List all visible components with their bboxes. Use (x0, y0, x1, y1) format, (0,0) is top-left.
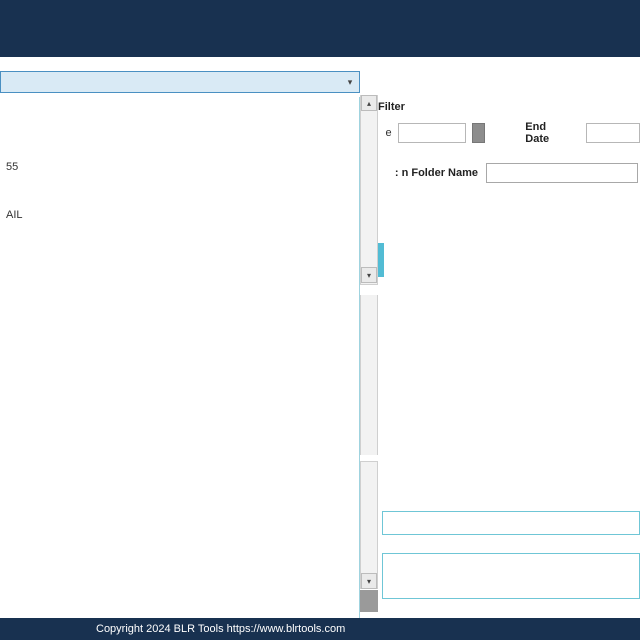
source-dropdown[interactable]: ▾ (0, 71, 360, 93)
scroll-down-icon[interactable]: ▾ (361, 267, 377, 283)
end-date-label: End Date (525, 121, 571, 145)
list-item[interactable]: AIL (0, 205, 359, 225)
footer-bar: Copyright 2024 BLR Tools https://www.blr… (0, 618, 640, 640)
date-filter-row: e End Date (378, 117, 640, 149)
start-date-label: e (378, 127, 392, 139)
folder-row: n Folder Name : (378, 149, 640, 187)
status-box (382, 511, 640, 535)
scroll-up-icon[interactable]: ▴ (361, 95, 377, 111)
scroll-track[interactable] (360, 295, 378, 455)
list-item[interactable]: 55 (0, 157, 359, 177)
chevron-down-icon: ▾ (341, 72, 359, 92)
scroll-track[interactable] (360, 461, 378, 589)
filter-header: Filter (378, 95, 640, 117)
end-date-input[interactable] (586, 123, 640, 143)
scroll-track[interactable] (360, 95, 378, 285)
title-bar (0, 0, 640, 57)
splitter-grip[interactable] (360, 590, 378, 612)
footer-text: Copyright 2024 BLR Tools https://www.blr… (96, 623, 345, 635)
accent-bar (378, 243, 384, 277)
start-date-input[interactable] (398, 123, 466, 143)
splitter-scroll: ▴ ▾ ▾ (360, 95, 378, 618)
output-box (382, 553, 640, 599)
right-panel: Filter e End Date n Folder Name : (378, 95, 640, 618)
folder-name-label: n Folder Name : (378, 167, 478, 179)
start-date-picker-button[interactable] (472, 123, 486, 143)
folder-name-input[interactable] (486, 163, 638, 183)
scroll-down-icon[interactable]: ▾ (361, 573, 377, 589)
work-area: ▾ 55 AIL ▴ ▾ ▾ Filter e End Date n Folde… (0, 57, 640, 618)
left-panel: 55 AIL (0, 97, 360, 618)
